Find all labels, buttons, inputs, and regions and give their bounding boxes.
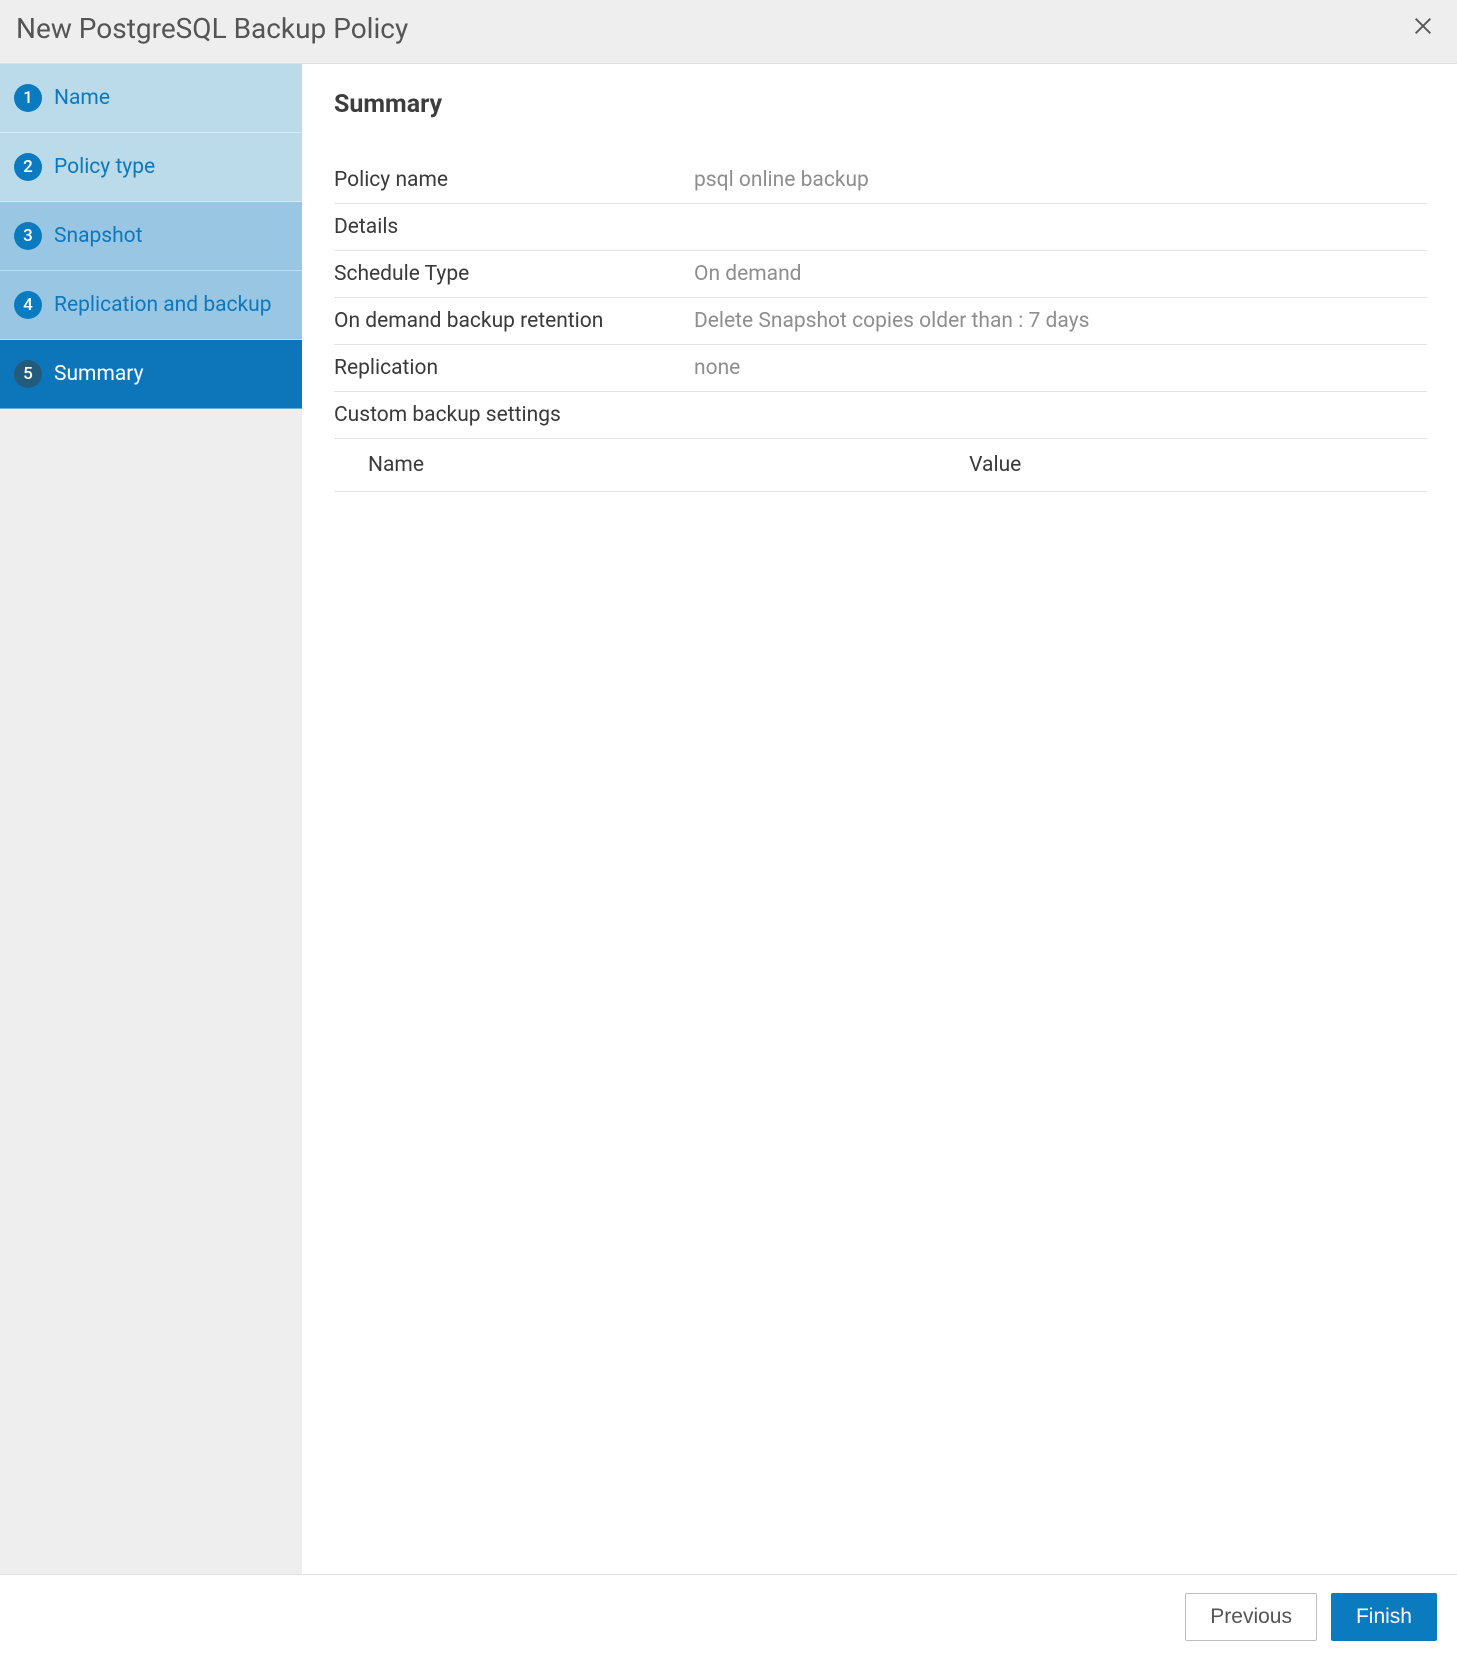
summary-row-replication: Replication none xyxy=(334,345,1427,392)
step-number-badge: 4 xyxy=(14,291,42,319)
summary-row-policy-name: Policy name psql online backup xyxy=(334,157,1427,204)
step-summary[interactable]: 5 Summary xyxy=(0,340,302,409)
summary-section-label: Custom backup settings xyxy=(334,392,1427,439)
summary-row-details: Details xyxy=(334,204,1427,251)
step-label: Snapshot xyxy=(54,224,143,248)
step-snapshot[interactable]: 3 Snapshot xyxy=(0,202,302,271)
step-number-badge: 2 xyxy=(14,153,42,181)
step-label: Replication and backup xyxy=(54,293,272,317)
dialog-footer: Previous Finish xyxy=(0,1574,1457,1665)
summary-row-custom-settings: Custom backup settings xyxy=(334,392,1427,439)
summary-row-retention: On demand backup retention Delete Snapsh… xyxy=(334,298,1427,345)
wizard-sidebar: 1 Name 2 Policy type 3 Snapshot 4 Replic… xyxy=(0,64,302,1574)
step-label: Summary xyxy=(54,362,144,386)
step-name[interactable]: 1 Name xyxy=(0,64,302,133)
step-number-badge: 3 xyxy=(14,222,42,250)
column-header-name: Name xyxy=(334,439,935,492)
summary-section-label: Details xyxy=(334,204,1427,251)
summary-table: Policy name psql online backup Details S… xyxy=(334,157,1427,439)
main-panel: Summary Policy name psql online backup D… xyxy=(302,64,1457,1574)
previous-button[interactable]: Previous xyxy=(1185,1593,1317,1641)
close-button[interactable] xyxy=(1409,15,1437,43)
dialog-title: New PostgreSQL Backup Policy xyxy=(16,12,408,45)
summary-label: Schedule Type xyxy=(334,251,694,298)
step-label: Policy type xyxy=(54,155,155,179)
summary-value: Delete Snapshot copies older than : 7 da… xyxy=(694,298,1427,345)
step-replication-backup[interactable]: 4 Replication and backup xyxy=(0,271,302,340)
custom-settings-table: Name Value xyxy=(334,439,1427,492)
custom-settings-header-row: Name Value xyxy=(334,439,1427,492)
summary-value: psql online backup xyxy=(694,157,1427,204)
summary-label: Replication xyxy=(334,345,694,392)
summary-label: Policy name xyxy=(334,157,694,204)
summary-label: On demand backup retention xyxy=(334,298,694,345)
step-policy-type[interactable]: 2 Policy type xyxy=(0,133,302,202)
close-icon xyxy=(1412,15,1434,42)
dialog-body: 1 Name 2 Policy type 3 Snapshot 4 Replic… xyxy=(0,64,1457,1574)
step-label: Name xyxy=(54,86,110,110)
summary-value: On demand xyxy=(694,251,1427,298)
dialog-header: New PostgreSQL Backup Policy xyxy=(0,0,1457,64)
summary-row-schedule-type: Schedule Type On demand xyxy=(334,251,1427,298)
finish-button[interactable]: Finish xyxy=(1331,1593,1437,1641)
page-title: Summary xyxy=(334,90,1427,119)
column-header-value: Value xyxy=(935,439,1427,492)
step-number-badge: 1 xyxy=(14,84,42,112)
step-number-badge: 5 xyxy=(14,360,42,388)
summary-value: none xyxy=(694,345,1427,392)
